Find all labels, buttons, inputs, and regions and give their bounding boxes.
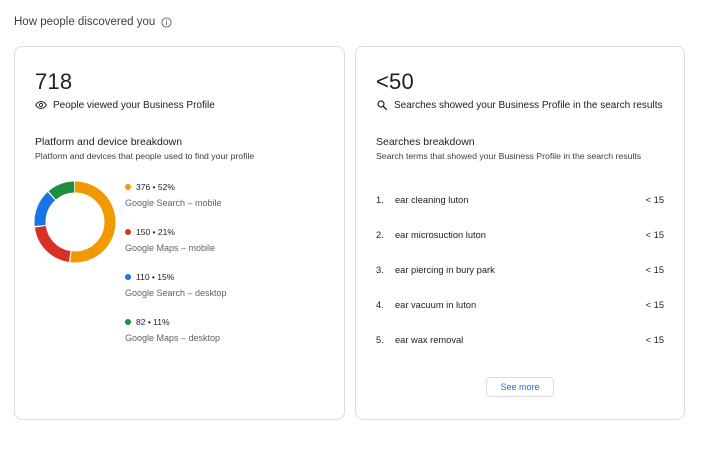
platform-donut-chart bbox=[34, 181, 116, 263]
section-title: How people discovered you bbox=[14, 16, 156, 28]
term-text: ear microsuction luton bbox=[395, 230, 486, 240]
platform-breakdown-subtitle: Platform and devices that people used to… bbox=[35, 151, 255, 161]
searches-card: <50 Searches showed your Business Profil… bbox=[355, 46, 685, 420]
eye-icon bbox=[35, 100, 47, 110]
searches-breakdown-title: Searches breakdown bbox=[376, 136, 475, 148]
search-term-row: 4. ear vacuum in luton < 15 bbox=[376, 298, 664, 312]
term-count: < 15 bbox=[645, 265, 664, 275]
legend-stat: 110 • 15% bbox=[136, 272, 175, 282]
search-term-row: 2. ear microsuction luton < 15 bbox=[376, 228, 664, 242]
views-label: People viewed your Business Profile bbox=[53, 99, 215, 111]
legend-label: Google Maps – desktop bbox=[125, 333, 221, 343]
legend-label: Google Search – mobile bbox=[125, 198, 222, 208]
legend-item-maps-mobile: 150 • 21% Google Maps – mobile bbox=[125, 227, 215, 253]
section-header: How people discovered you bbox=[14, 16, 172, 28]
legend-stat: 82 • 11% bbox=[136, 317, 170, 327]
legend-stat: 376 • 52% bbox=[136, 182, 175, 192]
search-term-row: 5. ear wax removal < 15 bbox=[376, 333, 664, 347]
legend-item-search-mobile: 376 • 52% Google Search – mobile bbox=[125, 182, 222, 208]
legend-label: Google Search – desktop bbox=[125, 288, 227, 298]
platform-breakdown-title: Platform and device breakdown bbox=[35, 136, 183, 148]
search-term-row: 3. ear piercing in bury park < 15 bbox=[376, 263, 664, 277]
views-description: People viewed your Business Profile bbox=[35, 99, 215, 111]
term-count: < 15 bbox=[645, 195, 664, 205]
legend-dot bbox=[125, 184, 131, 190]
term-index: 2. bbox=[376, 230, 384, 240]
term-text: ear piercing in bury park bbox=[395, 265, 495, 275]
term-text: ear wax removal bbox=[395, 335, 464, 345]
legend-item-search-desktop: 110 • 15% Google Search – desktop bbox=[125, 272, 227, 298]
searches-label: Searches showed your Business Profile in… bbox=[394, 99, 663, 111]
term-count: < 15 bbox=[645, 230, 664, 240]
search-icon bbox=[377, 100, 388, 111]
profile-views-card: 718 People viewed your Business Profile … bbox=[14, 46, 345, 420]
legend-dot bbox=[125, 274, 131, 280]
searches-count: <50 bbox=[376, 69, 414, 94]
legend-dot bbox=[125, 229, 131, 235]
term-index: 1. bbox=[376, 195, 384, 205]
term-count: < 15 bbox=[645, 300, 664, 310]
see-more-button[interactable]: See more bbox=[486, 377, 554, 397]
term-index: 4. bbox=[376, 300, 384, 310]
term-index: 3. bbox=[376, 265, 384, 275]
searches-breakdown-subtitle: Search terms that showed your Business P… bbox=[376, 151, 642, 161]
searches-description: Searches showed your Business Profile in… bbox=[376, 99, 662, 111]
term-index: 5. bbox=[376, 335, 384, 345]
legend-label: Google Maps – mobile bbox=[125, 243, 216, 253]
term-count: < 15 bbox=[645, 335, 664, 345]
legend-item-maps-desktop: 82 • 11% Google Maps – desktop bbox=[125, 317, 220, 343]
views-count: 718 bbox=[35, 69, 73, 94]
term-text: ear vacuum in luton bbox=[395, 300, 477, 310]
legend-stat: 150 • 21% bbox=[136, 227, 175, 237]
info-icon[interactable] bbox=[161, 16, 172, 28]
search-term-row: 1. ear cleaning luton < 15 bbox=[376, 193, 664, 207]
term-text: ear cleaning luton bbox=[395, 195, 469, 205]
legend-dot bbox=[125, 319, 131, 325]
